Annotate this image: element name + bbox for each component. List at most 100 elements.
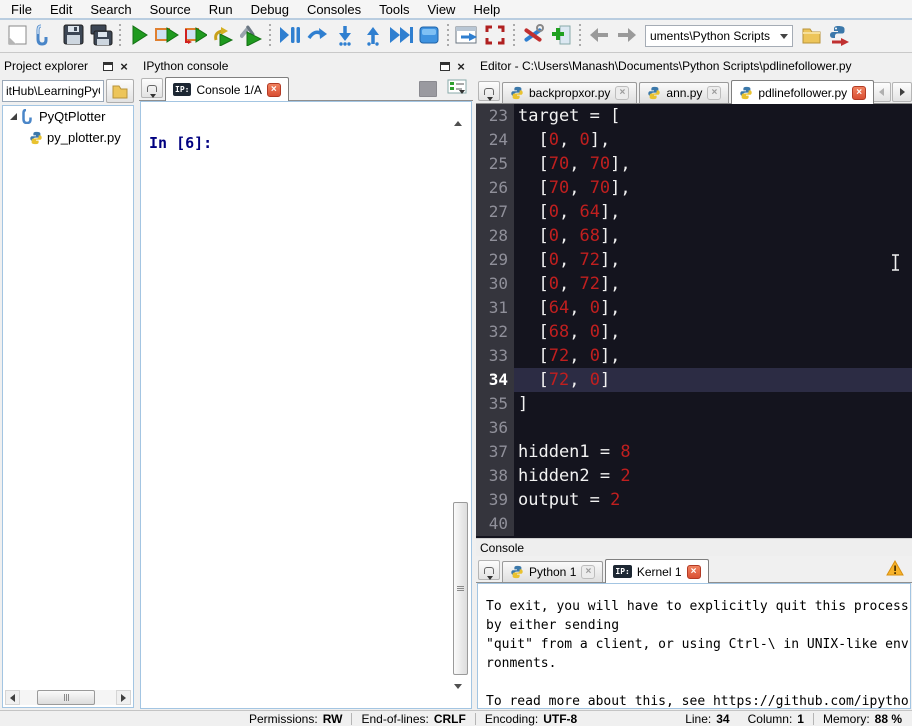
continue-button[interactable]: [387, 22, 415, 50]
forward-button[interactable]: [613, 22, 641, 50]
scroll-left-button[interactable]: [5, 690, 20, 705]
code-line-28[interactable]: 28 [0, 68],: [476, 224, 912, 248]
close-tab-icon[interactable]: ×: [707, 86, 722, 100]
back-button[interactable]: [585, 22, 613, 50]
hscroll-thumb[interactable]: [37, 690, 95, 705]
float-panel-button[interactable]: [437, 59, 453, 74]
step-into-icon: [335, 24, 355, 49]
run-config-button[interactable]: [237, 22, 265, 50]
code-line-23[interactable]: 23 target = [: [476, 104, 912, 128]
step-into-button[interactable]: [331, 22, 359, 50]
project-tree-hscrollbar[interactable]: [5, 690, 131, 705]
debug-button[interactable]: [275, 22, 303, 50]
tab-ann[interactable]: ann.py ×: [639, 82, 730, 103]
save-all-button[interactable]: [87, 22, 115, 50]
vscroll-thumb[interactable]: [453, 502, 468, 675]
pythonpath-button[interactable]: [547, 22, 575, 50]
scroll-up-button[interactable]: [454, 106, 462, 126]
hscroll-track[interactable]: [20, 690, 116, 705]
code-line-25[interactable]: 25 [70, 70],: [476, 152, 912, 176]
code-line-34[interactable]: 34 [72, 0]: [476, 368, 912, 392]
code-line-36[interactable]: 36: [476, 416, 912, 440]
stop-debug-button[interactable]: [415, 22, 443, 50]
menu-item-source[interactable]: Source: [141, 0, 200, 19]
code-line-26[interactable]: 26 [70, 70],: [476, 176, 912, 200]
code-line-38[interactable]: 38 hidden2 = 2: [476, 464, 912, 488]
code-line-37[interactable]: 37 hidden1 = 8: [476, 440, 912, 464]
code-line-24[interactable]: 24 [0, 0],: [476, 128, 912, 152]
interrupt-kernel-button[interactable]: [419, 80, 437, 97]
code-line-29[interactable]: 29 [0, 72],: [476, 248, 912, 272]
tab-kernel-1[interactable]: IP: Kernel 1 ×: [605, 559, 709, 583]
run-cell-button[interactable]: [153, 22, 181, 50]
float-panel-button[interactable]: [100, 59, 116, 74]
new-file-button[interactable]: [3, 22, 31, 50]
tree-item-pyqtplotter[interactable]: PyQtPlotter: [3, 106, 133, 127]
close-panel-button[interactable]: ×: [116, 59, 132, 74]
fullscreen-icon: [484, 24, 506, 49]
close-tab-icon[interactable]: ×: [686, 564, 701, 579]
browse-tabs-button[interactable]: [478, 560, 500, 580]
menu-item-edit[interactable]: Edit: [41, 0, 81, 19]
close-tab-icon[interactable]: ×: [581, 565, 596, 579]
options-button[interactable]: [447, 79, 467, 98]
code-line-40[interactable]: 40: [476, 512, 912, 536]
project-folder-button[interactable]: [106, 78, 134, 103]
menu-item-consoles[interactable]: Consoles: [298, 0, 370, 19]
open-file-button[interactable]: [31, 22, 59, 50]
scroll-tabs-right-button[interactable]: [892, 82, 912, 102]
tab-console-1a[interactable]: IP: Console 1/A ×: [165, 77, 289, 101]
run-button[interactable]: [125, 22, 153, 50]
scroll-right-button[interactable]: [116, 690, 131, 705]
code-line-32[interactable]: 32 [68, 0],: [476, 320, 912, 344]
fullscreen-button[interactable]: [481, 22, 509, 50]
re-run-button[interactable]: [209, 22, 237, 50]
project-path-input[interactable]: [2, 79, 104, 102]
menu-item-debug[interactable]: Debug: [242, 0, 298, 19]
status-bar: Permissions: RW End-of-lines: CRLF Encodin…: [0, 710, 912, 726]
menu-item-search[interactable]: Search: [81, 0, 140, 19]
tab-backpropxor[interactable]: backpropxor.py ×: [502, 82, 638, 103]
ipython-console-content[interactable]: In [6]:: [140, 101, 472, 709]
code-line-31[interactable]: 31 [64, 0],: [476, 296, 912, 320]
browse-dir-button[interactable]: [797, 22, 825, 50]
step-over-button[interactable]: [303, 22, 331, 50]
preferences-button[interactable]: [519, 22, 547, 50]
save-button[interactable]: [59, 22, 87, 50]
menu-item-help[interactable]: Help: [464, 0, 509, 19]
panes-button[interactable]: [453, 22, 481, 50]
code-line-35[interactable]: 35]: [476, 392, 912, 416]
menu-item-file[interactable]: File: [2, 0, 41, 19]
run-cell-advance-button[interactable]: [181, 22, 209, 50]
warning-button[interactable]: [886, 559, 904, 579]
close-panel-button[interactable]: ×: [453, 59, 469, 74]
scroll-down-button[interactable]: [454, 684, 462, 704]
browse-tabs-button[interactable]: [478, 81, 500, 101]
step-return-button[interactable]: [359, 22, 387, 50]
menu-item-run[interactable]: Run: [200, 0, 242, 19]
menu-item-view[interactable]: View: [419, 0, 465, 19]
tree-item-py-plotter[interactable]: py_plotter.py: [3, 127, 133, 148]
tab-pdlinefollower[interactable]: pdlinefollower.py ×: [731, 80, 875, 104]
console-output[interactable]: To exit, you will have to explicitly qui…: [477, 583, 911, 709]
close-tab-icon[interactable]: ×: [852, 85, 867, 100]
menu-item-tools[interactable]: Tools: [370, 0, 418, 19]
close-tab-icon[interactable]: ×: [615, 86, 630, 100]
toolbar-separator: [117, 24, 123, 48]
code-line-27[interactable]: 27 [0, 64],: [476, 200, 912, 224]
ipython-vscrollbar[interactable]: [452, 104, 469, 706]
tab-python-1[interactable]: Python 1 ×: [502, 561, 604, 582]
console-panel-title: Console: [476, 538, 912, 556]
expander-icon[interactable]: [9, 112, 18, 121]
code-area[interactable]: 23 target = [24 [0, 0], 25 [70, 70], 26 [70…: [476, 104, 912, 538]
line-number: 25: [476, 152, 514, 176]
working-dir-combo[interactable]: uments\Python Scripts: [645, 25, 793, 47]
code-line-33[interactable]: 33 [72, 0],: [476, 344, 912, 368]
browse-tabs-button[interactable]: [141, 78, 163, 98]
python-icon: [511, 565, 523, 579]
close-tab-icon[interactable]: ×: [266, 82, 281, 97]
code-line-39[interactable]: 39 output = 2: [476, 488, 912, 512]
external-console-button[interactable]: [825, 22, 853, 50]
code-line-30[interactable]: 30 [0, 72],: [476, 272, 912, 296]
